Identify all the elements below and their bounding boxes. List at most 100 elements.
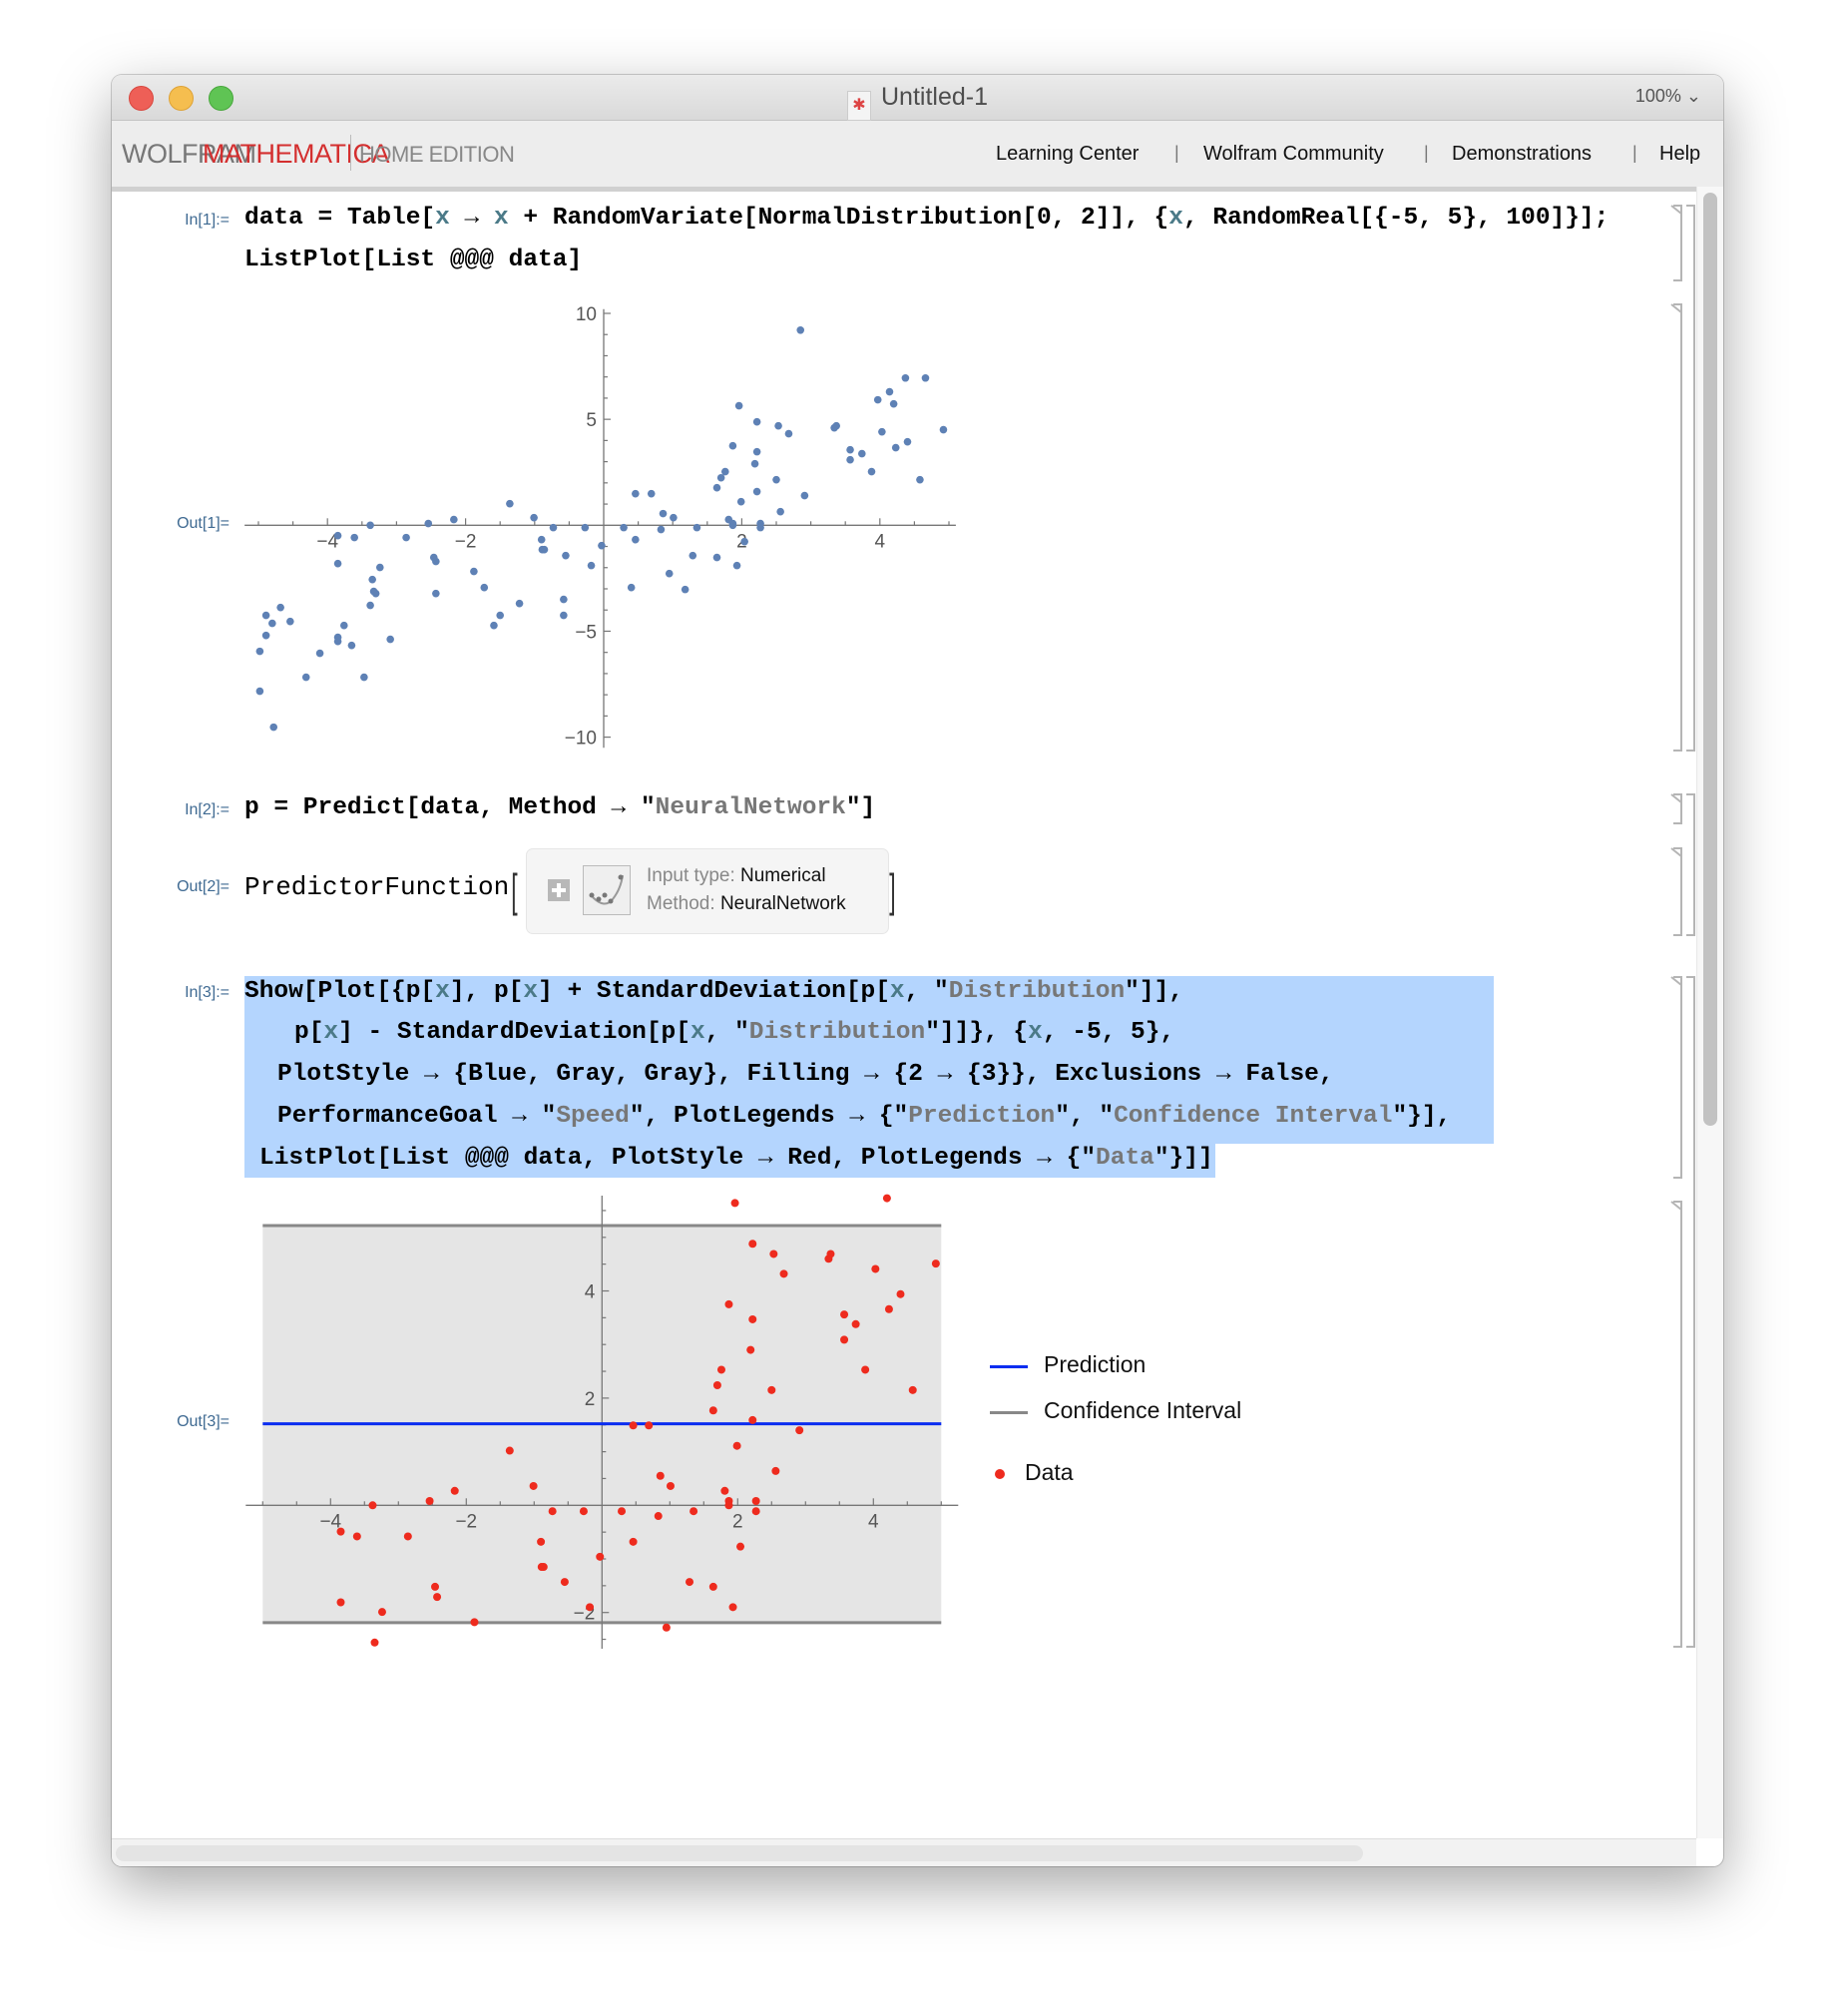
data-point xyxy=(548,1507,557,1516)
code-line[interactable]: p[x] - StandardDeviation[p[x, "Distribut… xyxy=(294,1019,1174,1046)
data-point xyxy=(596,1552,605,1561)
data-point xyxy=(645,1421,654,1430)
data-point xyxy=(537,535,546,544)
vertical-scroll-thumb[interactable] xyxy=(1703,193,1717,1126)
data-point xyxy=(301,673,310,682)
data-point xyxy=(370,1638,379,1647)
code-token: ", " xyxy=(1055,1103,1115,1130)
data-point xyxy=(506,499,514,508)
data-point xyxy=(752,487,761,496)
code-token: "]]}, { xyxy=(925,1019,1029,1046)
data-point xyxy=(490,621,498,630)
data-point xyxy=(861,1365,870,1374)
link-separator: | xyxy=(1424,143,1429,163)
data-point xyxy=(261,631,270,640)
out-label-1: Out[1]= xyxy=(177,515,230,532)
x-tick-label: 4 xyxy=(868,1511,879,1532)
vertical-scrollbar[interactable] xyxy=(1696,187,1723,1838)
legend-prediction-label: Prediction xyxy=(1044,1351,1147,1377)
data-point xyxy=(840,1335,849,1344)
data-point xyxy=(748,1314,757,1323)
code-line[interactable]: data = Table[x → x + RandomVariate[Norma… xyxy=(244,205,1608,232)
cell-brackets[interactable] xyxy=(1646,190,1696,1667)
data-point xyxy=(908,1385,917,1394)
code-token: , RandomReal[{-5, 5}, 100]}]; xyxy=(1182,205,1609,232)
expand-plus-icon[interactable] xyxy=(548,879,570,901)
data-point xyxy=(539,1563,548,1572)
data-point xyxy=(832,421,841,430)
window-title-text: Untitled-1 xyxy=(881,83,988,111)
data-point xyxy=(670,513,678,522)
data-point xyxy=(657,525,666,534)
data-point xyxy=(712,553,721,562)
predictor-summary-box[interactable]: Input type: Numerical Method: NeuralNetw… xyxy=(526,848,889,934)
data-point xyxy=(724,1299,733,1308)
horizontal-scrollbar[interactable] xyxy=(112,1838,1696,1866)
data-point xyxy=(712,483,721,492)
data-point xyxy=(751,1507,760,1516)
data-point xyxy=(315,649,324,658)
data-point xyxy=(748,1415,757,1424)
input-cell-bracket-marker xyxy=(1670,976,1682,986)
data-point xyxy=(560,611,568,620)
title-bar: ✱ Untitled-1 100% ⌄ xyxy=(112,75,1723,121)
link-help[interactable]: Help xyxy=(1659,143,1700,166)
link-demonstrations[interactable]: Demonstrations xyxy=(1452,143,1592,166)
group-cell-bracket xyxy=(1686,976,1695,1648)
data-point xyxy=(732,1441,741,1450)
data-point xyxy=(784,429,793,438)
x-tick-label: −2 xyxy=(455,1511,477,1532)
data-point xyxy=(921,373,930,382)
data-point xyxy=(366,601,374,610)
data-point xyxy=(336,1598,345,1607)
data-point xyxy=(659,509,668,518)
data-point xyxy=(896,1289,905,1298)
link-learning-center[interactable]: Learning Center xyxy=(996,143,1139,166)
link-wolfram-community[interactable]: Wolfram Community xyxy=(1203,143,1384,166)
regression-plot-icon xyxy=(583,865,631,915)
data-point xyxy=(840,1310,849,1319)
data-point xyxy=(268,619,276,628)
data-point xyxy=(771,1466,780,1475)
zoom-dropdown[interactable]: 100% ⌄ xyxy=(1635,86,1701,107)
code-line[interactable]: PlotStyle → {Blue, Gray, Gray}, Filling … xyxy=(277,1061,1334,1088)
data-point xyxy=(769,1250,778,1259)
code-variable: x xyxy=(435,205,450,232)
brand-edition: HOME EDITION xyxy=(359,142,515,167)
code-line[interactable]: ListPlot[List @@@ data] xyxy=(244,247,582,273)
data-point xyxy=(871,1264,880,1273)
data-point xyxy=(846,445,854,454)
data-point xyxy=(424,519,433,528)
data-point xyxy=(627,583,636,592)
data-point xyxy=(470,1618,479,1627)
code-line[interactable]: ListPlot[List @@@ data, PlotStyle → Red,… xyxy=(259,1145,1213,1172)
data-point xyxy=(276,603,284,612)
data-point xyxy=(708,1582,717,1591)
data-point xyxy=(529,1481,538,1490)
code-token: PlotStyle → {Blue, Gray, Gray}, Filling … xyxy=(277,1061,1334,1088)
data-point xyxy=(665,569,674,578)
data-point xyxy=(795,1426,804,1435)
data-point xyxy=(336,1527,345,1536)
data-point xyxy=(931,1260,940,1268)
code-line[interactable]: PerformanceGoal → "Speed", PlotLegends →… xyxy=(277,1103,1451,1130)
code-token: ListPlot[List @@@ data] xyxy=(244,247,583,273)
data-point xyxy=(732,561,741,570)
prediction-plot: −4 −2 2 4−224 xyxy=(245,1194,959,1649)
y-tick-label: 10 xyxy=(576,304,597,325)
code-variable: x xyxy=(689,1019,705,1046)
input-cell-bracket-marker xyxy=(1670,793,1682,803)
data-point xyxy=(716,1365,725,1374)
legend-data-swatch xyxy=(995,1469,1005,1479)
data-point xyxy=(740,537,748,546)
predictor-function-head: PredictorFunction xyxy=(244,872,510,902)
code-line[interactable]: p = Predict[data, Method → "NeuralNetwor… xyxy=(244,794,875,821)
data-point xyxy=(480,583,489,592)
data-point xyxy=(767,1385,776,1394)
legend-prediction-swatch xyxy=(990,1365,1028,1368)
data-point xyxy=(873,395,882,404)
toolbar: WOLFRAM MATHEMATICA HOME EDITION Learnin… xyxy=(112,121,1723,192)
group-cell-bracket xyxy=(1686,205,1695,752)
code-line[interactable]: Show[Plot[{p[x], p[x] + StandardDeviatio… xyxy=(244,978,1183,1005)
horizontal-scroll-thumb[interactable] xyxy=(116,1845,1363,1861)
